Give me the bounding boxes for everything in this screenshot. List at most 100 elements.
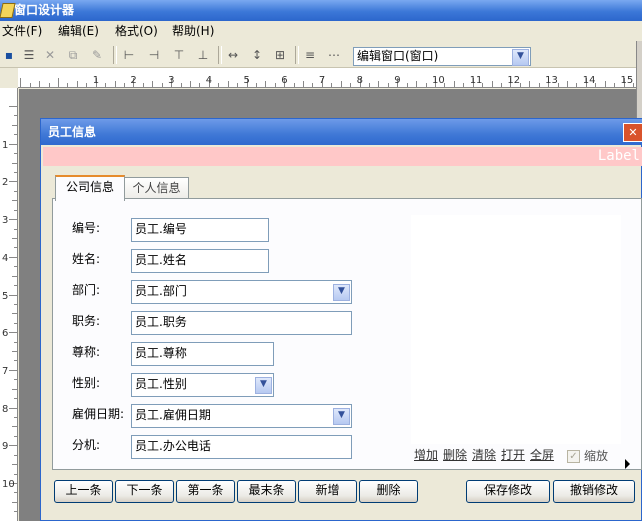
employee-id-value: 员工.编号 <box>135 222 187 236</box>
ruler-tick <box>12 200 18 202</box>
ruler-tick <box>58 78 59 87</box>
vertical-spacing-icon[interactable]: ≡ <box>301 46 319 64</box>
last-record-button[interactable]: 最末条 <box>237 480 296 503</box>
play-arrow-icon <box>625 459 630 469</box>
ruler-tick <box>12 351 18 353</box>
ruler-tick <box>227 81 229 87</box>
ruler-tick <box>9 256 18 258</box>
menubar: 文件(F) 编辑(E) 格式(O) 帮助(H) <box>0 21 642 41</box>
ruler-tick <box>14 341 18 343</box>
ruler-tick <box>12 275 18 277</box>
cut-icon[interactable]: ✕ <box>41 46 59 64</box>
image-delete-link[interactable]: 删除 <box>443 446 467 463</box>
cancel-changes-button[interactable]: 撤销修改 <box>553 480 635 503</box>
ruler-tick <box>9 407 18 409</box>
new-record-button[interactable]: 新增 <box>298 480 357 503</box>
ruler-label: 6 <box>2 328 9 340</box>
ruler-tick <box>491 81 493 87</box>
tab-company-info[interactable]: 公司信息 <box>55 175 125 201</box>
ruler-tick <box>14 360 18 362</box>
save-icon[interactable]: ▪ <box>0 46 18 64</box>
position-label: 职务: <box>72 314 101 328</box>
ruler-tick <box>14 190 18 192</box>
department-select[interactable]: 员工.部门 ▼ <box>131 280 352 304</box>
ruler-tick <box>340 81 342 87</box>
ruler-tick <box>14 171 18 173</box>
employee-id-field[interactable]: 员工.编号 <box>131 218 269 242</box>
gender-select[interactable]: 员工.性别 ▼ <box>131 373 274 397</box>
close-icon[interactable]: ✕ <box>623 123 642 142</box>
menu-edit[interactable]: 编辑(E) <box>56 23 101 39</box>
ruler-label: 4 <box>2 252 9 264</box>
layers-icon[interactable]: ☰ <box>20 46 38 64</box>
ruler-tick <box>350 83 352 87</box>
chevron-down-icon[interactable]: ▼ <box>255 377 272 394</box>
ruler-label: 1 <box>2 139 9 151</box>
same-height-icon[interactable]: ↕ <box>248 46 266 64</box>
ruler-tick <box>255 83 257 87</box>
menu-help[interactable]: 帮助(H) <box>170 23 216 39</box>
ruler-tick <box>453 81 455 87</box>
object-selector[interactable]: 编辑窗口(窗口) ▼ <box>353 47 531 66</box>
ruler-tick <box>9 445 18 447</box>
name-field[interactable]: 员工.姓名 <box>131 249 269 273</box>
ruler-tick <box>378 81 380 87</box>
save-changes-button[interactable]: 保存修改 <box>466 480 550 503</box>
title-of-courtesy-field[interactable]: 员工.尊称 <box>131 342 274 366</box>
image-add-link[interactable]: 增加 <box>414 446 438 463</box>
form-titlebar[interactable]: 员工信息 <box>41 119 642 145</box>
ruler-tick <box>9 369 18 371</box>
zoom-label: 缩放 <box>584 449 609 463</box>
ruler-tick <box>105 83 107 87</box>
zoom-checkbox[interactable]: ✓ <box>567 450 580 463</box>
gender-label: 性别: <box>72 376 101 390</box>
extension-label: 分机: <box>72 438 101 452</box>
menu-file[interactable]: 文件(F) <box>0 23 44 39</box>
toolbar-separator <box>295 46 299 64</box>
chevron-down-icon[interactable]: ▼ <box>333 284 350 301</box>
ruler-tick <box>14 266 18 268</box>
align-bottom-icon[interactable]: ⊥ <box>194 46 212 64</box>
ruler-label: 7 <box>318 75 326 86</box>
ruler-label: 10 <box>2 479 15 490</box>
ruler-tick <box>86 83 88 87</box>
toolbar-separator <box>218 46 222 64</box>
align-right-icon[interactable]: ⊣ <box>145 46 163 64</box>
ruler-label: 2 <box>2 177 9 189</box>
ruler-tick <box>576 83 578 87</box>
ruler-tick <box>67 83 69 87</box>
hire-date-select[interactable]: 员工.雇佣日期 ▼ <box>131 404 352 428</box>
extension-field[interactable]: 员工.办公电话 <box>131 435 352 459</box>
ruler-tick <box>538 83 540 87</box>
image-open-link[interactable]: 打开 <box>501 446 525 463</box>
image-clear-link[interactable]: 清除 <box>472 446 496 463</box>
next-record-button[interactable]: 下一条 <box>115 480 174 503</box>
align-top-icon[interactable]: ⊤ <box>170 46 188 64</box>
ruler-tick <box>14 228 18 230</box>
position-field[interactable]: 员工.职务 <box>131 311 352 335</box>
ruler-tick <box>123 83 125 87</box>
copy-icon[interactable]: ⧉ <box>64 46 82 64</box>
chevron-down-icon[interactable]: ▼ <box>512 49 529 66</box>
same-size-icon[interactable]: ⊞ <box>271 46 289 64</box>
menu-format[interactable]: 格式(O) <box>113 23 160 39</box>
ruler-tick <box>12 124 18 126</box>
paste-icon[interactable]: ✎ <box>88 46 106 64</box>
align-left-icon[interactable]: ⊢ <box>120 46 138 64</box>
chevron-down-icon[interactable]: ▼ <box>333 408 350 425</box>
photo-box[interactable] <box>411 215 621 444</box>
horizontal-spacing-icon[interactable]: ⋯ <box>325 46 343 64</box>
first-record-button[interactable]: 第一条 <box>176 480 235 503</box>
prev-record-button[interactable]: 上一条 <box>54 480 113 503</box>
ruler-tick <box>218 83 220 87</box>
delete-record-button[interactable]: 删除 <box>359 480 418 503</box>
ruler-tick <box>9 143 18 145</box>
same-width-icon[interactable]: ↔ <box>224 46 242 64</box>
label-control[interactable]: Label <box>43 147 642 166</box>
image-fullscreen-link[interactable]: 全屏 <box>530 446 554 463</box>
app-title: 窗口设计器 <box>14 3 75 17</box>
ruler-label: 12 <box>507 75 521 86</box>
tab-personal-info[interactable]: 个人信息 <box>124 177 189 200</box>
ruler-tick <box>293 83 295 87</box>
department-value: 员工.部门 <box>135 284 187 298</box>
